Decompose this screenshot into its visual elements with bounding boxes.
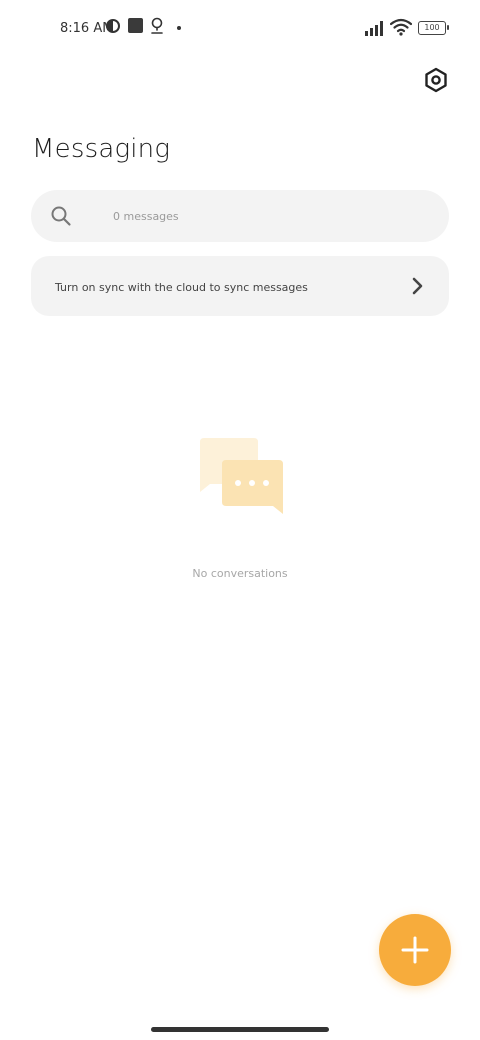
settings-hexagon-icon (425, 67, 447, 93)
search-icon (51, 206, 71, 226)
wifi-icon (390, 18, 412, 36)
page-title: Messaging (32, 134, 171, 164)
contrast-icon (106, 19, 120, 33)
battery-icon: 100 (418, 21, 449, 35)
messaging-screen: 8:16 AM 100 Messaging 0 messages Turn on… (0, 0, 480, 1040)
square-icon (128, 18, 143, 33)
settings-button[interactable] (420, 64, 452, 96)
status-bar: 8:16 AM 100 (0, 14, 480, 42)
sync-banner-text: Turn on sync with the cloud to sync mess… (55, 281, 308, 294)
search-bar[interactable]: 0 messages (31, 190, 449, 242)
location-pin-icon (151, 17, 163, 34)
search-placeholder: 0 messages (113, 210, 179, 223)
new-message-button[interactable] (379, 914, 451, 986)
chevron-right-icon (412, 277, 423, 295)
empty-state-text: No conversations (192, 567, 288, 580)
sync-banner[interactable]: Turn on sync with the cloud to sync mess… (31, 256, 449, 316)
dot-icon (177, 26, 181, 30)
chat-bubbles-icon (200, 438, 283, 514)
signal-icon (365, 21, 383, 36)
home-indicator[interactable] (151, 1027, 329, 1032)
plus-icon (401, 936, 429, 964)
